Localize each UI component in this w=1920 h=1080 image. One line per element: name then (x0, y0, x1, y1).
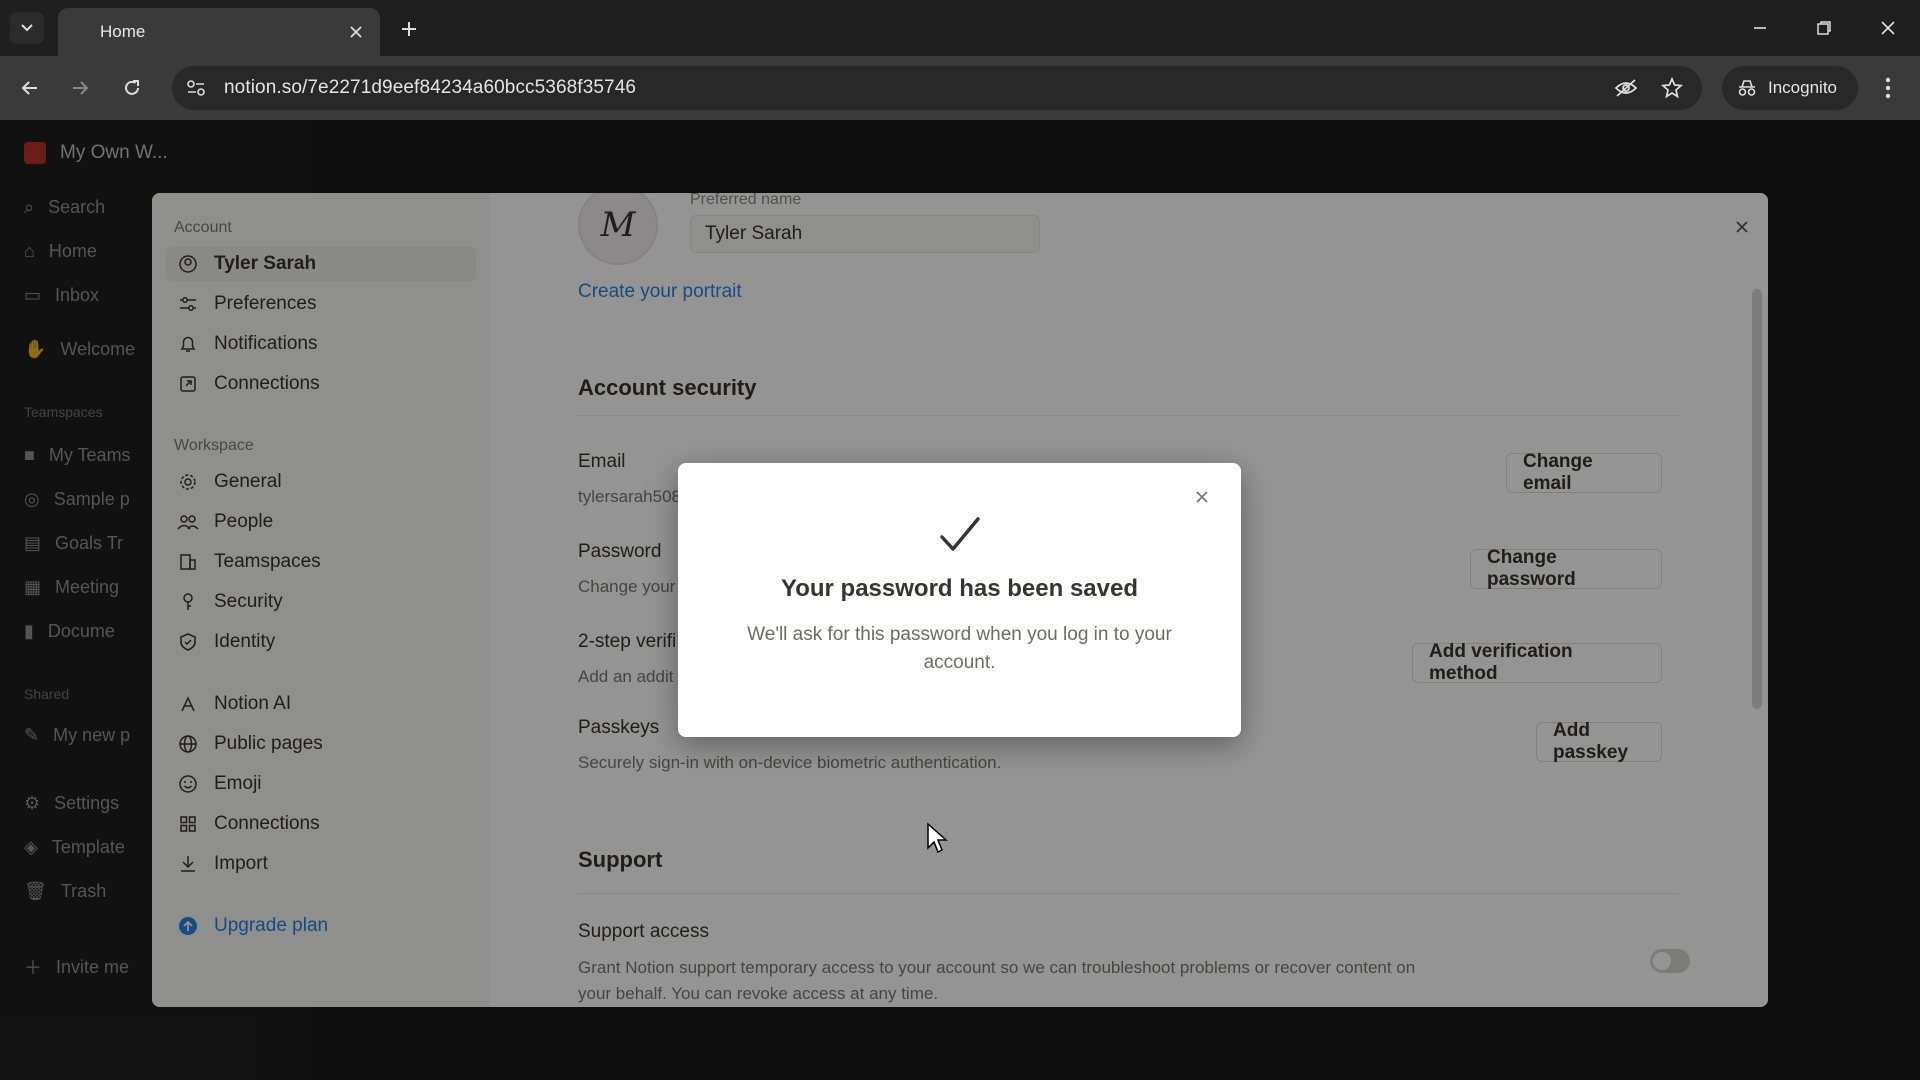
address-bar[interactable]: notion.so/7e2271d9eef84234a60bcc5368f357… (172, 66, 1702, 110)
restore-button[interactable] (1804, 10, 1844, 46)
bookmark-star-icon[interactable] (1656, 72, 1688, 104)
url-text[interactable]: notion.so/7e2271d9eef84234a60bcc5368f357… (224, 77, 1596, 99)
checkmark-icon (940, 517, 980, 551)
dialog-close-button[interactable] (1188, 483, 1216, 511)
arrow-left-icon (21, 81, 37, 95)
incognito-icon (1738, 80, 1756, 96)
browser-menu-button[interactable] (1872, 72, 1904, 104)
browser-tab-home[interactable]: Home (58, 8, 380, 56)
browser-toolbar: notion.so/7e2271d9eef84234a60bcc5368f357… (0, 56, 1920, 120)
tab-close-button[interactable] (346, 22, 366, 42)
minimize-button[interactable] (1740, 10, 1780, 46)
close-icon (350, 26, 362, 38)
reload-icon (125, 80, 139, 95)
forward-button[interactable] (64, 72, 96, 104)
close-icon (1196, 491, 1208, 503)
plus-icon (402, 22, 416, 36)
tab-title: Home (100, 22, 146, 41)
minimize-icon (1754, 27, 1766, 29)
dialog-body: We'll ask for this password when you log… (747, 624, 1172, 673)
incognito-label: Incognito (1768, 78, 1837, 97)
close-icon (1881, 21, 1895, 35)
close-window-button[interactable] (1868, 10, 1908, 46)
incognito-badge[interactable]: Incognito (1722, 66, 1858, 110)
eye-off-icon[interactable] (1610, 72, 1642, 104)
password-saved-dialog: Your password has been saved We'll ask f… (678, 463, 1241, 737)
mouse-cursor-icon (927, 822, 948, 854)
new-tab-button[interactable] (396, 16, 422, 42)
more-vertical-icon (1885, 77, 1891, 99)
back-button[interactable] (14, 72, 46, 104)
site-info-icon[interactable] (186, 79, 206, 97)
browser-tab-bar: Home (0, 0, 1920, 56)
restore-icon (1817, 21, 1831, 35)
reload-button[interactable] (116, 72, 148, 104)
arrow-right-icon (73, 81, 89, 95)
tab-search-button[interactable] (10, 12, 44, 44)
chevron-down-icon (21, 24, 33, 32)
dialog-title: Your password has been saved (780, 575, 1138, 602)
